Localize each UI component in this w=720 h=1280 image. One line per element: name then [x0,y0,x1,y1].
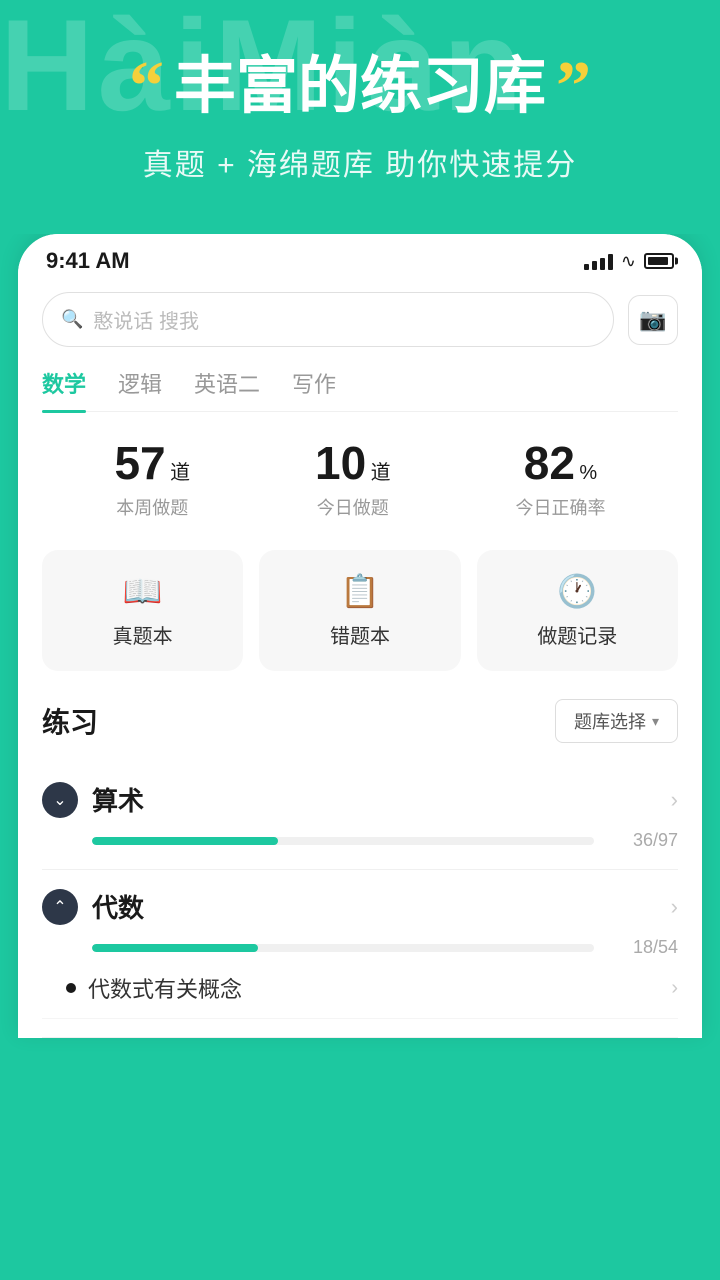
category-arithmetic-arrow: › [671,787,678,813]
category-algebra-progress-row: 18/54 [42,937,678,958]
sub-item-algebra-concept[interactable]: 代数式有关概念 › [42,958,678,1019]
signal-bar-4 [608,254,613,270]
real-exam-icon: 📖 [123,572,163,610]
stat-accuracy-unit: % [579,462,597,484]
library-btn-label: 题库选择 [574,708,646,734]
wifi-icon: ∿ [621,251,636,272]
library-select-button[interactable]: 题库选择 ▾ [555,699,678,743]
status-time: 9:41 AM [46,248,130,274]
banner-title-text: 丰富的练习库 [174,50,546,124]
search-row: 🔍 憨说话 搜我 📷 [42,292,678,347]
status-bar: 9:41 AM ∿ [18,234,702,282]
action-card-wrong[interactable]: 📋 错题本 [259,550,460,671]
category-algebra-progress-fill [92,944,258,952]
stat-today-unit: 道 [371,462,391,484]
practice-header: 练习 题库选择 ▾ [42,699,678,743]
chevron-down-icon: ⌄ [53,790,66,810]
battery-level [648,257,668,265]
stat-weekly: 57 道 本周做题 [114,436,190,520]
tab-logic[interactable]: 逻辑 [118,367,162,411]
category-algebra-toggle[interactable]: ⌃ [42,889,78,925]
stat-weekly-number: 57 [114,437,165,489]
signal-bar-1 [584,264,589,270]
quote-close: ” [556,52,591,122]
tab-writing[interactable]: 写作 [292,367,336,411]
category-arithmetic-progress-bg [92,837,594,845]
quote-open: “ [129,52,164,122]
action-card-history[interactable]: 🕐 做题记录 [477,550,678,671]
category-algebra-progress-text: 18/54 [608,937,678,958]
status-icons: ∿ [584,251,674,272]
action-cards: 📖 真题本 📋 错题本 🕐 做题记录 [42,550,678,671]
category-algebra-left: ⌃ 代数 [42,888,144,925]
practice-title: 练习 [42,701,98,741]
stat-accuracy-label: 今日正确率 [516,494,606,520]
battery-icon [644,253,674,269]
category-arithmetic: ⌄ 算术 › 36/97 [42,763,678,870]
signal-icon [584,252,613,270]
banner-subtitle: 真题 + 海绵题库 助你快速提分 [40,140,680,184]
stat-today: 10 道 今日做题 [315,436,391,520]
tab-math[interactable]: 数学 [42,367,86,411]
category-arithmetic-toggle[interactable]: ⌄ [42,782,78,818]
chevron-down-icon: ▾ [652,713,659,730]
banner-content: “ 丰富的练习库 ” 真题 + 海绵题库 助你快速提分 [0,0,720,204]
phone-mockup: 9:41 AM ∿ 🔍 憨说话 搜我 📷 [18,234,702,1038]
category-algebra: ⌃ 代数 › 18/54 代数式有关概念 › [42,870,678,1038]
history-icon: 🕐 [557,572,597,610]
search-input-wrap[interactable]: 🔍 憨说话 搜我 [42,292,614,347]
category-arithmetic-name: 算术 [92,781,144,818]
category-algebra-progress-bg [92,944,594,952]
sub-item-arrow: › [671,977,678,1000]
category-arithmetic-progress-row: 36/97 [42,830,678,851]
tab-english[interactable]: 英语二 [194,367,260,411]
chevron-up-icon: ⌃ [53,897,66,917]
category-arithmetic-progress-text: 36/97 [608,830,678,851]
app-content: 🔍 憨说话 搜我 📷 数学 逻辑 英语二 写作 57 道 本周做题 10 道 [18,282,702,1038]
category-algebra-arrow: › [671,894,678,920]
sub-item-name: 代数式有关概念 [88,972,242,1004]
stat-accuracy-number: 82 [524,437,575,489]
stat-weekly-label: 本周做题 [114,494,190,520]
stat-accuracy: 82 % 今日正确率 [516,436,606,520]
stat-today-label: 今日做题 [315,494,391,520]
signal-bar-3 [600,258,605,270]
history-label: 做题记录 [537,620,617,649]
banner-title: “ 丰富的练习库 ” [40,50,680,124]
category-arithmetic-left: ⌄ 算术 [42,781,144,818]
camera-icon: 📷 [639,307,666,333]
real-exam-label: 真题本 [113,620,173,649]
category-algebra-header: ⌃ 代数 › [42,888,678,925]
tabs: 数学 逻辑 英语二 写作 [42,367,678,412]
wrong-exam-icon: 📋 [340,572,380,610]
category-arithmetic-progress-fill [92,837,278,845]
signal-bar-2 [592,261,597,270]
category-arithmetic-header: ⌄ 算术 › [42,781,678,818]
camera-button[interactable]: 📷 [628,295,678,345]
stats-row: 57 道 本周做题 10 道 今日做题 82 % 今日正确率 [42,436,678,520]
stat-today-number: 10 [315,437,366,489]
search-placeholder: 憨说话 搜我 [93,305,199,334]
stat-weekly-unit: 道 [170,462,190,484]
action-card-real[interactable]: 📖 真题本 [42,550,243,671]
wrong-exam-label: 错题本 [330,620,390,649]
sub-dot [66,983,76,993]
search-icon: 🔍 [61,309,83,330]
banner: HàiMiàn “ 丰富的练习库 ” 真题 + 海绵题库 助你快速提分 [0,0,720,234]
category-algebra-name: 代数 [92,888,144,925]
sub-item-left: 代数式有关概念 [66,972,242,1004]
